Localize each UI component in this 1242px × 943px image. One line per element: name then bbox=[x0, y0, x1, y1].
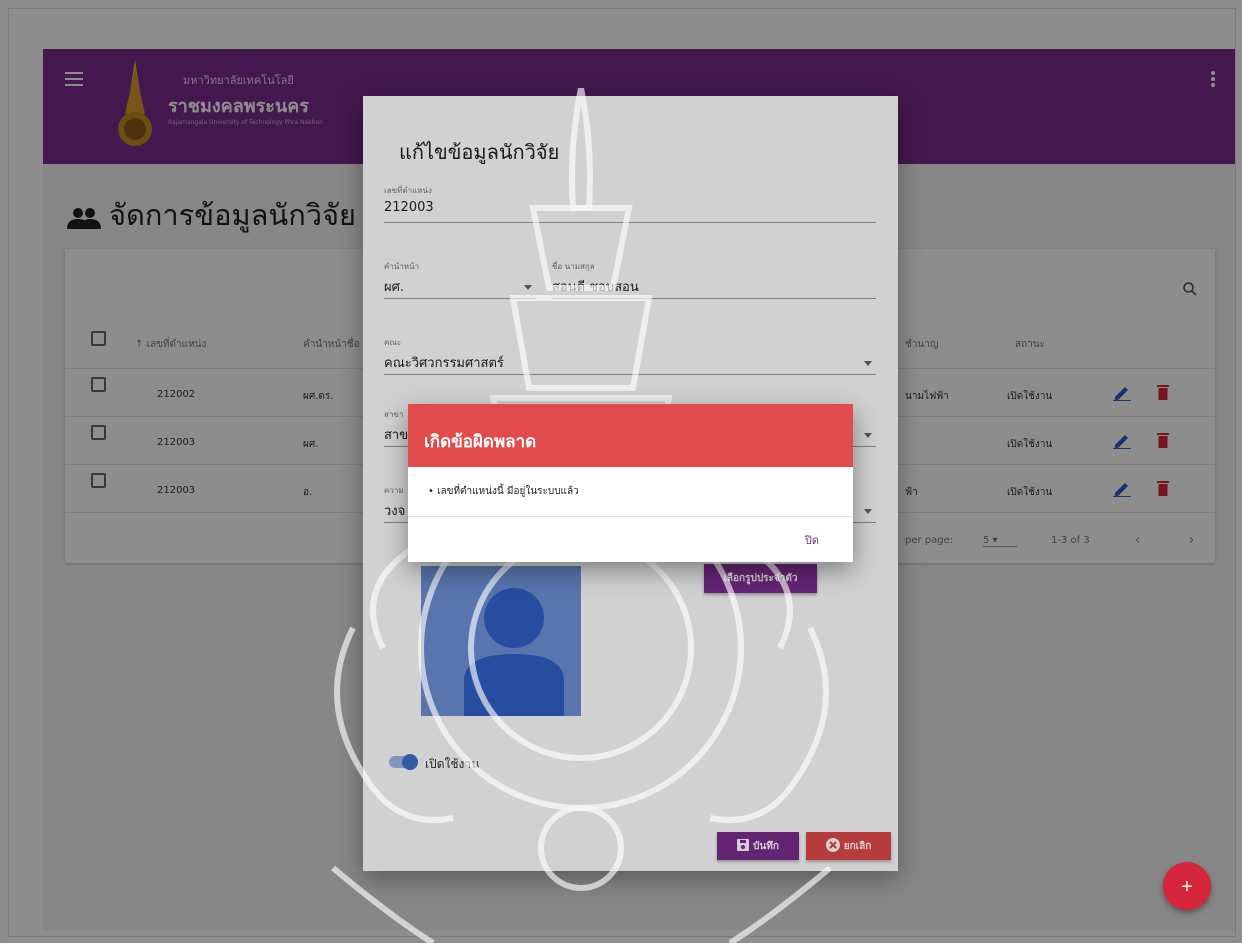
error-message: • เลขที่ตำแหน่งนี้ มีอยู่ในระบบแล้ว bbox=[428, 486, 579, 497]
error-message-text: เลขที่ตำแหน่งนี้ มีอยู่ในระบบแล้ว bbox=[437, 486, 579, 497]
close-button[interactable]: ปิด bbox=[799, 530, 825, 550]
error-dialog-title: เกิดข้อผิดพลาด bbox=[424, 432, 537, 452]
error-dialog: เกิดข้อผิดพลาด • เลขที่ตำแหน่งนี้ มีอยู่… bbox=[408, 404, 853, 562]
add-fab-button[interactable]: + bbox=[1163, 862, 1211, 910]
error-dialog-header: เกิดข้อผิดพลาด bbox=[408, 404, 853, 467]
divider bbox=[408, 516, 853, 517]
